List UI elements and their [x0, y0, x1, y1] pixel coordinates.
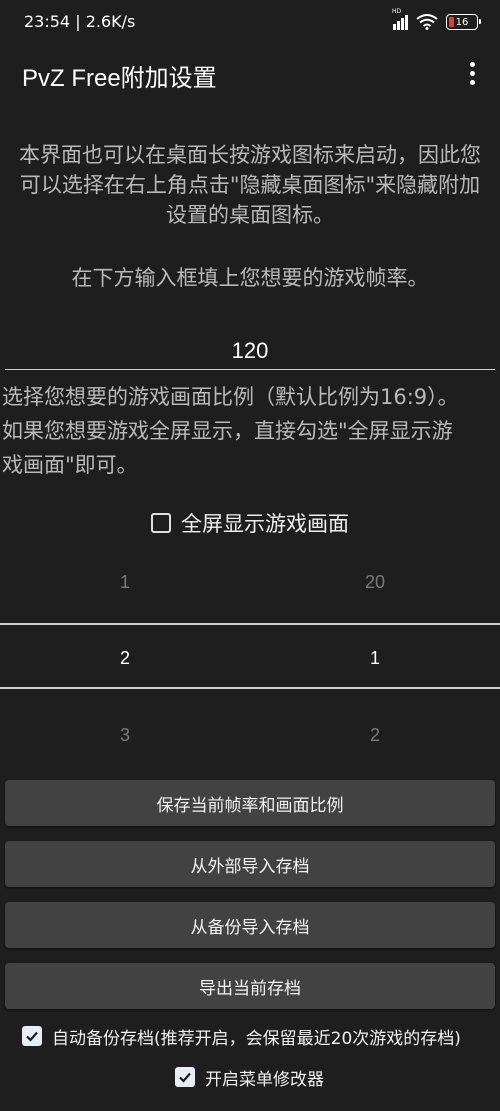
picker-selection-top-line [0, 623, 500, 625]
auto-backup-checkbox[interactable] [22, 1026, 42, 1046]
status-divider: | [75, 12, 81, 31]
status-bar: 23:54 | 2.6K/s HD 16 [0, 0, 500, 44]
signal-icon: HD [392, 8, 408, 30]
checkmark-icon [179, 1072, 191, 1083]
fullscreen-checkbox[interactable] [151, 513, 171, 533]
import-external-save-button[interactable]: 从外部导入存档 [5, 841, 495, 887]
menu-modifier-label: 开启菜单修改器 [205, 1069, 324, 1090]
battery-level: 16 [455, 16, 469, 28]
ratio-desc-line-3: 戏画面"即可。 [2, 453, 138, 477]
intro-line-2: 可以选择在右上角点击"隐藏桌面图标"来隐藏附加 [19, 173, 481, 197]
picker-item[interactable]: 20 [250, 572, 500, 593]
picker-selection-bottom-line [0, 687, 500, 689]
intro-line-3: 设置的桌面图标。 [166, 203, 334, 227]
import-backup-save-button[interactable]: 从备份导入存档 [5, 902, 495, 948]
network-badge: HD [392, 8, 402, 15]
save-fps-ratio-button[interactable]: 保存当前帧率和画面比例 [5, 780, 495, 826]
app-bar: PvZ Free附加设置 [0, 50, 500, 98]
picker-item[interactable]: 3 [0, 725, 250, 746]
status-time-speed: 23:54 | 2.6K/s [24, 12, 135, 31]
checkmark-icon [26, 1031, 38, 1042]
fullscreen-label: 全屏显示游戏画面 [181, 512, 349, 536]
wifi-icon [416, 14, 438, 30]
ratio-height-picker[interactable]: 20 1 2 [250, 555, 500, 770]
menu-modifier-checkbox[interactable] [175, 1067, 195, 1087]
fps-hint: 在下方输入框填上您想要的游戏帧率。 [71, 266, 429, 290]
auto-backup-checkbox-row[interactable]: 自动备份存档(推荐开启，会保留最近20次游戏的存档) [22, 1022, 461, 1050]
picker-item-selected[interactable]: 2 [0, 648, 250, 669]
status-time: 23:54 [24, 12, 71, 31]
intro-text: 本界面也可以在桌面长按游戏图标来启动，因此您 可以选择在右上角点击"隐藏桌面图标… [0, 140, 500, 230]
picker-item-selected[interactable]: 1 [250, 648, 500, 669]
ratio-desc-line-1: 选择您想要的游戏画面比例（默认比例为16:9）。 [2, 385, 459, 409]
battery-icon: 16 [446, 14, 481, 30]
auto-backup-label: 自动备份存档(推荐开启，会保留最近20次游戏的存档) [52, 1028, 461, 1049]
ratio-width-picker[interactable]: 1 2 3 [0, 555, 250, 770]
more-vert-icon[interactable] [462, 58, 482, 88]
export-save-button[interactable]: 导出当前存档 [5, 963, 495, 1009]
fps-input[interactable] [5, 333, 495, 370]
ratio-desc-line-2: 如果您想要游戏全屏显示，直接勾选"全屏显示游 [2, 419, 453, 443]
status-speed: 2.6K/s [85, 12, 136, 31]
status-icons: HD 16 [392, 8, 481, 32]
battery-fill [449, 17, 454, 27]
menu-modifier-checkbox-row[interactable]: 开启菜单修改器 [175, 1063, 324, 1091]
intro-line-1: 本界面也可以在桌面长按游戏图标来启动，因此您 [19, 143, 481, 167]
picker-item[interactable]: 2 [250, 725, 500, 746]
fullscreen-checkbox-row[interactable]: 全屏显示游戏画面 [0, 508, 500, 538]
page-title: PvZ Free附加设置 [22, 65, 217, 92]
ratio-description: 选择您想要的游戏画面比例（默认比例为16:9）。 如果您想要游戏全屏显示，直接勾… [2, 380, 498, 482]
picker-item[interactable]: 1 [0, 572, 250, 593]
